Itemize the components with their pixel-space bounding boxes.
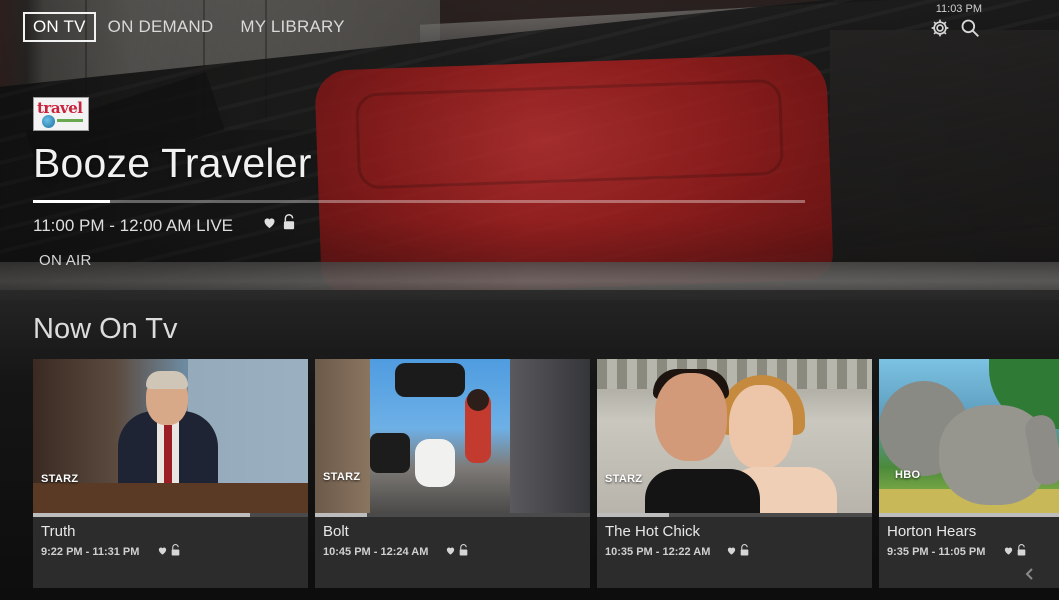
tab-on-tv[interactable]: ON TV (23, 12, 96, 42)
program-card-truth[interactable]: STARZ Truth 9:22 PM - 11:31 PM (33, 359, 308, 588)
lock-icon[interactable] (1017, 544, 1026, 556)
network-logo: STARZ (323, 471, 361, 483)
card-progress-fill (33, 513, 251, 517)
show-progress-fill (33, 200, 111, 203)
gear-icon[interactable] (930, 18, 950, 38)
card-progress-fill (879, 513, 1059, 517)
show-time: 11:00 PM - 12:00 AM LIVE (33, 216, 234, 235)
heart-icon[interactable] (726, 545, 737, 556)
top-nav: ON TV ON DEMAND MY LIBRARY (23, 11, 372, 43)
program-thumbnail: STARZ (315, 359, 590, 513)
heart-icon[interactable] (1003, 545, 1014, 556)
channel-logo-text: travel (37, 99, 83, 117)
program-thumbnail: STARZ (597, 359, 872, 513)
show-progress-track (33, 200, 805, 203)
card-title: The Hot Chick (605, 523, 701, 540)
heart-icon[interactable] (157, 545, 168, 556)
channel-logo: travel (33, 97, 89, 131)
card-progress-fill (315, 513, 368, 517)
tab-my-library[interactable]: MY LIBRARY (240, 17, 344, 37)
network-logo: STARZ (605, 473, 643, 485)
heart-icon[interactable] (262, 215, 277, 230)
lock-icon[interactable] (740, 544, 749, 556)
card-time: 9:22 PM - 11:31 PM (41, 546, 140, 558)
show-title[interactable]: Booze Traveler (33, 140, 312, 187)
chevron-left-icon[interactable] (1022, 566, 1038, 582)
card-time: 10:35 PM - 12:22 AM (605, 546, 711, 558)
globe-icon (42, 115, 55, 128)
now-on-tv-row: STARZ Truth 9:22 PM - 11:31 PM STARZ Bol… (33, 359, 1059, 588)
card-progress-fill (597, 513, 669, 517)
logo-underline (57, 119, 83, 122)
lock-icon[interactable] (283, 214, 295, 230)
status-badge: ON AIR (39, 252, 92, 269)
program-thumbnail: HBO (879, 359, 1059, 513)
card-title: Truth (41, 523, 76, 540)
tab-on-demand[interactable]: ON DEMAND (108, 17, 214, 37)
network-logo: STARZ (41, 473, 79, 485)
card-time: 9:35 PM - 11:05 PM (887, 546, 986, 558)
network-logo: HBO (895, 469, 921, 481)
clock: 11:03 PM (935, 3, 982, 15)
card-title: Horton Hears (887, 523, 977, 540)
card-time: 10:45 PM - 12:24 AM (323, 546, 429, 558)
card-progress-track (879, 513, 1059, 517)
card-progress-track (315, 513, 590, 517)
card-progress-track (33, 513, 308, 517)
card-title: Bolt (323, 523, 349, 540)
card-progress-track (597, 513, 872, 517)
section-title: Now On Tv (33, 313, 178, 345)
program-card-the-hot-chick[interactable]: STARZ The Hot Chick 10:35 PM - 12:22 AM (597, 359, 872, 588)
lock-icon[interactable] (171, 544, 180, 556)
search-icon[interactable] (960, 18, 980, 38)
program-card-bolt[interactable]: STARZ Bolt 10:45 PM - 12:24 AM (315, 359, 590, 588)
program-card-horton-hears[interactable]: HBO Horton Hears 9:35 PM - 11:05 PM (879, 359, 1059, 588)
lock-icon[interactable] (459, 544, 468, 556)
program-thumbnail: STARZ (33, 359, 308, 513)
heart-icon[interactable] (445, 545, 456, 556)
